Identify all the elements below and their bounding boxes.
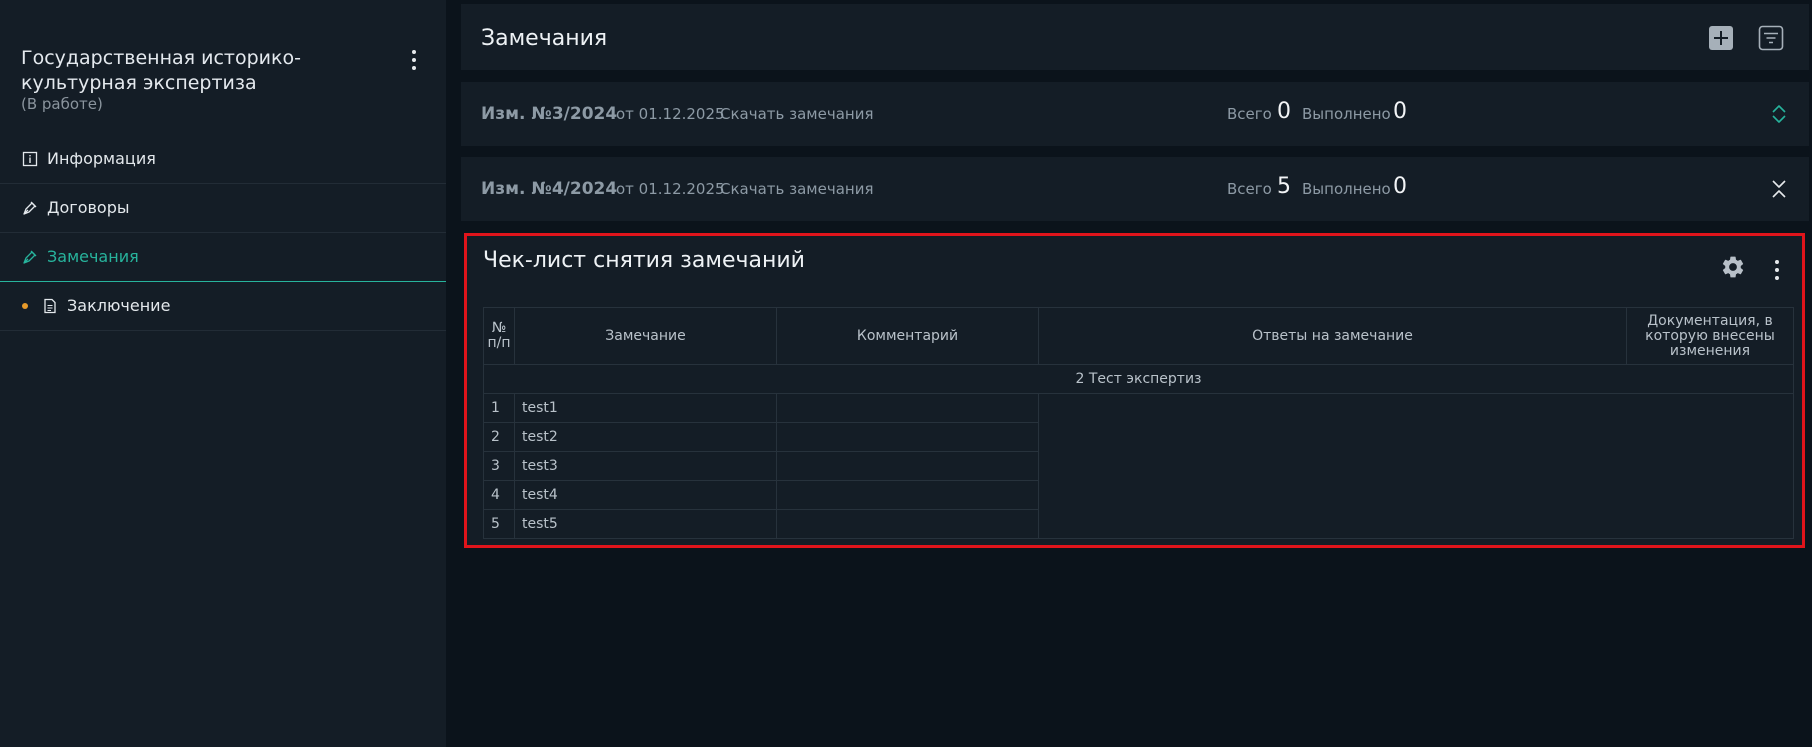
- column-header-documentation: Документация, в которую внесены изменени…: [1626, 307, 1794, 365]
- total-label: Всего: [1227, 180, 1272, 198]
- remark-cell[interactable]: test5: [514, 509, 777, 539]
- comment-cell[interactable]: [776, 422, 1039, 452]
- project-title: Государственная историко-культурная эксп…: [21, 47, 301, 94]
- sidebar-item-conclusion[interactable]: Заключение: [0, 282, 446, 331]
- gear-icon[interactable]: [1720, 254, 1746, 280]
- revision-row[interactable]: Изм. №4/2024 от 01.12.2025 Скачать замеч…: [461, 157, 1809, 221]
- row-number: 1: [483, 393, 515, 423]
- revision-row[interactable]: Изм. №3/2024 от 01.12.2025 Скачать замеч…: [461, 82, 1809, 146]
- total-count: 5: [1277, 174, 1291, 199]
- remark-cell[interactable]: test4: [514, 480, 777, 510]
- row-number: 2: [483, 422, 515, 452]
- remark-cell[interactable]: test2: [514, 422, 777, 452]
- column-header-number: № п/п: [483, 307, 515, 365]
- total-label: Всего: [1227, 105, 1272, 123]
- download-remarks-link[interactable]: Скачать замечания: [720, 105, 873, 123]
- expand-icon[interactable]: [1769, 104, 1789, 124]
- column-header-remark: Замечание: [514, 307, 777, 365]
- document-icon: [44, 298, 56, 314]
- checklist-panel: Чек-лист снятия замечаний № п/п Замечани…: [464, 233, 1805, 548]
- sidebar-item-contracts[interactable]: Договоры: [0, 184, 446, 233]
- comment-cell[interactable]: [776, 509, 1039, 539]
- row-number: 3: [483, 451, 515, 481]
- more-vertical-icon: [1770, 256, 1784, 280]
- sidebar-item-label: Договоры: [47, 198, 130, 217]
- checklist-menu-button[interactable]: [1770, 256, 1784, 282]
- answers-cell[interactable]: [1038, 393, 1794, 539]
- checklist-table: № п/п Замечание Комментарий Ответы на за…: [483, 307, 1794, 539]
- page-title: Замечания: [481, 26, 608, 51]
- collapse-icon[interactable]: [1769, 179, 1789, 199]
- sidebar-item-label: Информация: [47, 149, 156, 168]
- column-header-comment: Комментарий: [776, 307, 1039, 365]
- sidebar-item-info[interactable]: Информация: [0, 135, 446, 184]
- sidebar-item-label: Заключение: [67, 296, 171, 315]
- add-button[interactable]: [1709, 26, 1733, 50]
- project-menu-button[interactable]: [404, 46, 424, 74]
- row-number: 5: [483, 509, 515, 539]
- revision-number: Изм. №3/2024: [481, 104, 618, 124]
- done-count: 0: [1393, 99, 1407, 124]
- row-number: 4: [483, 480, 515, 510]
- column-header-answers: Ответы на замечание: [1038, 307, 1627, 365]
- comment-cell[interactable]: [776, 451, 1039, 481]
- done-label: Выполнено: [1302, 105, 1391, 123]
- done-count: 0: [1393, 174, 1407, 199]
- sidebar: Государственная историко-культурная эксп…: [0, 0, 446, 747]
- done-label: Выполнено: [1302, 180, 1391, 198]
- more-vertical-icon: [404, 46, 424, 70]
- filter-button[interactable]: [1758, 25, 1784, 51]
- table-header-row: № п/п Замечание Комментарий Ответы на за…: [483, 307, 1794, 365]
- status-badge: [22, 303, 28, 309]
- revision-number: Изм. №4/2024: [481, 179, 618, 199]
- revision-date: от 01.12.2025: [616, 180, 725, 198]
- table-group-row: 2 Тест экспертиз: [483, 364, 1794, 394]
- group-label: 2 Тест экспертиз: [483, 364, 1794, 394]
- download-remarks-link[interactable]: Скачать замечания: [720, 180, 873, 198]
- table-row[interactable]: 1 test1: [483, 393, 1794, 539]
- pen-icon: [23, 250, 37, 264]
- revision-date: от 01.12.2025: [616, 105, 725, 123]
- sidebar-item-remarks[interactable]: Замечания: [0, 233, 446, 282]
- comment-cell[interactable]: [776, 393, 1039, 423]
- project-status: (В работе): [21, 95, 103, 113]
- sidebar-nav: Информация Договоры Замечания Заключение: [0, 135, 446, 331]
- total-count: 0: [1277, 99, 1291, 124]
- page-header: Замечания: [461, 4, 1809, 70]
- sidebar-item-label: Замечания: [47, 247, 139, 266]
- comment-cell[interactable]: [776, 480, 1039, 510]
- info-icon: [22, 151, 38, 167]
- remark-cell[interactable]: test3: [514, 451, 777, 481]
- pen-icon: [23, 201, 37, 215]
- checklist-title: Чек-лист снятия замечаний: [483, 248, 805, 273]
- remark-cell[interactable]: test1: [514, 393, 777, 423]
